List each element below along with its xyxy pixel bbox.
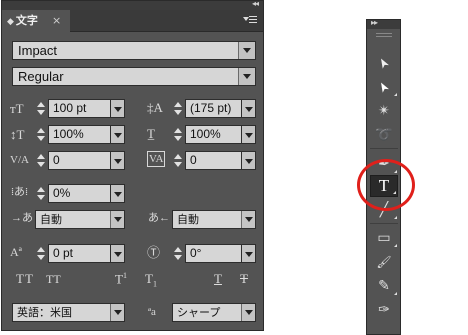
baseline-shift-stepper[interactable] — [35, 244, 46, 263]
character-rotation-icon: Ⓣ — [147, 245, 161, 260]
selection-tool[interactable]: ➤ — [370, 52, 398, 74]
font-size-field[interactable]: 100 pt — [48, 99, 111, 118]
language-value: 英語：米国 — [17, 306, 72, 319]
tsume-stepper[interactable] — [35, 184, 46, 203]
pencil-icon: ✎ — [378, 278, 390, 294]
leading-dropdown[interactable] — [242, 99, 256, 118]
blob-brush-tool[interactable]: ✑ — [370, 299, 398, 321]
chevron-down-icon[interactable] — [110, 304, 124, 321]
paintbrush-icon: 🖌 — [376, 255, 392, 269]
vertical-scale-stepper[interactable] — [35, 125, 46, 144]
tsume-icon: ⁞あ⁞ — [11, 186, 29, 198]
vertical-scale-field[interactable]: 100% — [48, 125, 111, 144]
tab-character[interactable]: ◆ 文字 × — [2, 10, 70, 32]
vertical-scale-dropdown[interactable] — [111, 125, 125, 144]
antialias-icon: ªa — [148, 306, 156, 318]
rectangle-tool[interactable]: ▭ — [370, 227, 398, 249]
font-size-dropdown[interactable] — [111, 99, 125, 118]
collapse-icon[interactable]: ◂◂ — [252, 0, 259, 8]
kerning-dropdown[interactable] — [111, 151, 125, 170]
close-icon[interactable]: × — [52, 10, 61, 32]
horizontal-scale-icon: T̲ — [147, 126, 155, 141]
font-family-select[interactable]: Impact — [12, 41, 256, 60]
font-size-icon: ᴛT — [10, 101, 24, 116]
tools-grip[interactable] — [376, 33, 392, 37]
rotation-field[interactable]: 0° — [185, 244, 242, 263]
subscript-button[interactable]: T1 — [145, 271, 157, 289]
chevron-down-icon[interactable] — [110, 211, 124, 228]
aki-right-value: 自動 — [177, 213, 199, 226]
strikethrough-button[interactable]: T — [240, 271, 248, 287]
character-panel: ◂◂ ◆ 文字 × Impact Regular ᴛT 100 pt ‡A (17… — [1, 0, 264, 331]
panel-tab-row: ◆ 文字 × — [2, 10, 263, 32]
tab-character-label: 文字 — [15, 14, 38, 27]
horizontal-scale-stepper[interactable] — [172, 125, 183, 144]
aki-left-icon: →あ — [11, 212, 33, 224]
kerning-stepper[interactable] — [35, 151, 46, 170]
antialias-select[interactable]: シャープ — [172, 303, 256, 322]
magic-wand-tool[interactable]: ✴ — [370, 100, 398, 122]
panel-menu-icon[interactable] — [243, 14, 257, 26]
antialias-value: シャープ — [177, 306, 221, 319]
kerning-field[interactable]: 0 — [48, 151, 111, 170]
chevron-down-icon[interactable] — [241, 304, 255, 321]
font-family-value: Impact — [18, 43, 58, 58]
magic-wand-icon: ✴ — [378, 103, 390, 119]
all-caps-button[interactable]: TT — [16, 271, 34, 287]
pencil-tool[interactable]: ✎ — [370, 275, 398, 297]
horizontal-scale-field[interactable]: 100% — [185, 125, 242, 144]
tracking-stepper[interactable] — [172, 151, 183, 170]
direct-selection-tool[interactable]: ➤ — [370, 76, 398, 98]
tsume-field[interactable]: 0% — [48, 184, 111, 203]
aki-left-select[interactable]: 自動 — [35, 210, 125, 229]
tracking-dropdown[interactable] — [242, 151, 256, 170]
baseline-shift-field[interactable]: 0 pt — [48, 244, 111, 263]
rotation-dropdown[interactable] — [242, 244, 256, 263]
font-style-select[interactable]: Regular — [12, 67, 256, 86]
leading-field[interactable]: (175 pt) — [185, 99, 242, 118]
leading-stepper[interactable] — [172, 99, 183, 118]
baseline-shift-dropdown[interactable] — [111, 244, 125, 263]
superscript-button[interactable]: T1 — [115, 271, 127, 287]
kerning-icon: V/A — [10, 154, 29, 166]
aki-left-value: 自動 — [40, 213, 62, 226]
chevron-down-icon[interactable] — [241, 211, 255, 228]
horizontal-scale-dropdown[interactable] — [242, 125, 256, 144]
small-caps-button[interactable]: TT — [46, 271, 61, 287]
font-style-value: Regular — [18, 69, 64, 84]
vertical-scale-icon: ↕T — [10, 127, 25, 142]
tsume-dropdown[interactable] — [111, 184, 125, 203]
underline-button[interactable]: T — [214, 271, 222, 287]
aki-right-icon: あ← — [148, 212, 170, 224]
tools-separator — [370, 148, 398, 149]
diamond-icon: ◆ — [7, 17, 14, 27]
lasso-icon: ➰ — [375, 127, 393, 143]
blob-brush-icon: ✑ — [378, 302, 390, 318]
tracking-field[interactable]: 0 — [185, 151, 242, 170]
font-size-stepper[interactable] — [35, 99, 46, 118]
lasso-tool[interactable]: ➰ — [370, 124, 398, 146]
type-tool-highlight-circle — [357, 159, 415, 211]
rectangle-icon: ▭ — [377, 230, 391, 246]
tracking-icon: VA — [147, 151, 166, 167]
language-select[interactable]: 英語：米国 — [12, 303, 125, 322]
tools-collapse-bar[interactable]: ▸▸ — [367, 18, 400, 29]
rotation-stepper[interactable] — [172, 244, 183, 263]
chevron-down-icon[interactable] — [238, 68, 255, 85]
paintbrush-tool[interactable]: 🖌 — [370, 251, 398, 273]
expand-icon[interactable]: ▸▸ — [371, 18, 378, 27]
baseline-shift-icon: Aª — [10, 245, 22, 259]
panel-collapse-bar[interactable]: ◂◂ — [2, 0, 263, 10]
aki-right-select[interactable]: 自動 — [172, 210, 256, 229]
selection-arrow-icon: ➤ — [375, 54, 393, 72]
chevron-down-icon[interactable] — [238, 42, 255, 59]
leading-icon: ‡A — [147, 100, 163, 115]
direct-selection-arrow-icon: ➤ — [375, 78, 393, 96]
tools-separator — [370, 223, 398, 224]
